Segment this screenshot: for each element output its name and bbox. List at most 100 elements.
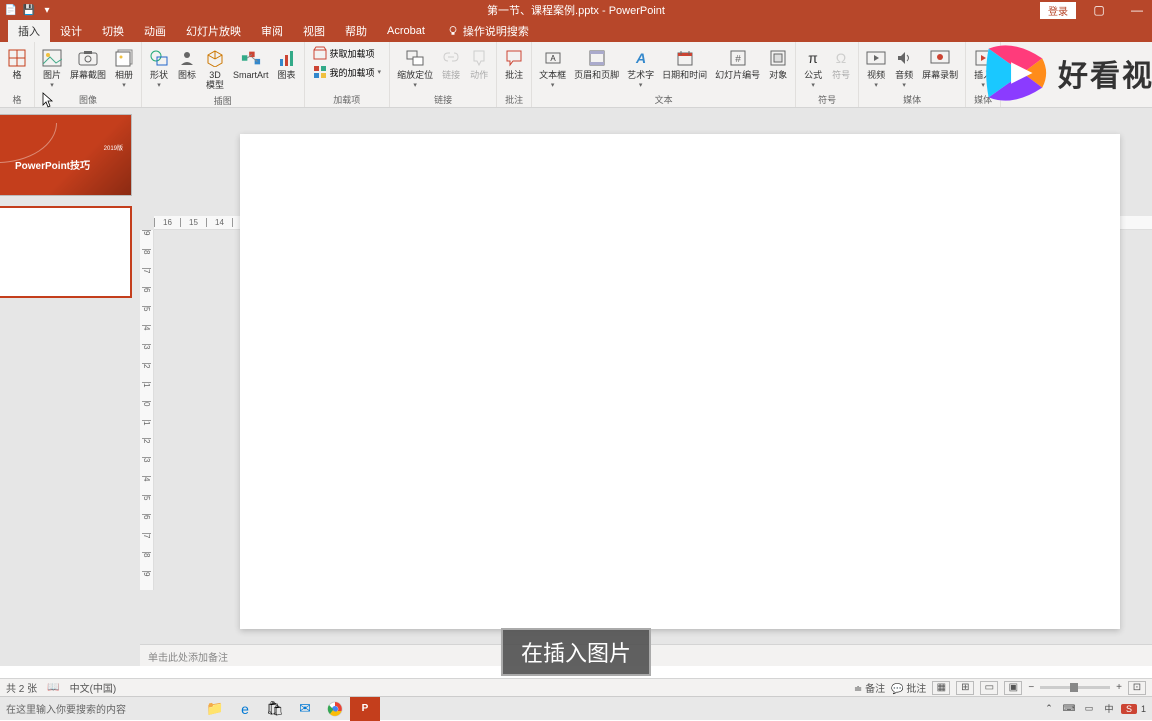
get-addins-button[interactable]: 获取加载项 [309,44,386,62]
icons-icon [177,46,197,70]
object-button[interactable]: 对象 [765,44,791,83]
language-status[interactable]: 中文(中国) [70,680,117,695]
datetime-button[interactable]: 日期和时间 [659,44,710,83]
wordart-icon: A [631,46,651,70]
tray-time[interactable]: 1 [1141,704,1146,714]
screenrec-icon [930,46,950,70]
cursor-icon [42,92,56,110]
wordart-button[interactable]: A 艺术字 ▾ [624,44,657,91]
svg-text:π: π [808,50,818,66]
tray-chevron-icon[interactable]: ⌃ [1041,703,1057,714]
symbol-button: Ω 符号 [828,44,854,83]
group-media: 视频 ▾ 音频 ▾ 屏幕录制 媒体 [859,42,966,107]
camera-icon [78,46,98,70]
powerpoint-task-icon[interactable]: P [350,697,380,721]
icons-button[interactable]: 图标 [174,44,200,83]
equation-button[interactable]: π 公式 ▾ [800,44,826,91]
tab-slideshow[interactable]: 幻灯片放映 [176,20,251,42]
pictures-button[interactable]: 图片 ▾ [39,44,65,91]
bulb-icon [447,25,459,37]
tab-design[interactable]: 设计 [50,20,92,42]
group-symbols: π 公式 ▾ Ω 符号 符号 [796,42,859,107]
chrome-icon[interactable] [320,697,350,721]
addin-icon [313,65,327,79]
tab-animations[interactable]: 动画 [134,20,176,42]
ribbon-options-icon[interactable]: ▢ [1084,3,1114,17]
tray-ime-icon[interactable]: ⌨ [1061,703,1077,714]
group-text: A 文本框 ▾ 页眉和页脚 A 艺术字 ▾ 日期和时间 # 幻灯片编号 [532,42,796,107]
qat-more-icon[interactable]: ▾ [40,3,54,17]
taskbar-search[interactable]: 在这里输入你要搜索的内容 [0,701,200,716]
tray-sogou-icon[interactable]: S [1121,704,1137,714]
tell-me-search[interactable]: 操作说明搜索 [447,23,529,39]
album-icon [114,46,134,70]
group-illustrations: 形状 ▾ 图标 3D 模型 SmartArt 图表 插图 [142,42,305,107]
header-footer-button[interactable]: 页眉和页脚 [571,44,622,83]
smartart-icon [241,46,261,70]
tab-insert[interactable]: 插入 [8,20,50,42]
screen-recording-button[interactable]: 屏幕录制 [919,44,961,83]
sorter-view-button[interactable]: ⊞ [956,681,974,695]
group-tables: 格 格 [0,42,35,107]
slide-number-button[interactable]: # 幻灯片编号 [712,44,763,83]
slide-count: 共 2 张 [6,680,37,695]
file-explorer-icon[interactable]: 📁 [200,697,230,721]
my-addins-button[interactable]: 我的加载项 ▾ [309,63,386,81]
zoom-icon [405,46,425,70]
minimize-button[interactable]: — [1122,3,1152,17]
tab-review[interactable]: 审阅 [251,20,293,42]
reading-view-button[interactable]: ▭ [980,681,998,695]
tab-view[interactable]: 视图 [293,20,335,42]
group-comments: 批注 批注 [497,42,532,107]
thumbnail-slide-1[interactable]: 2019版 PowerPoint技巧 [0,114,132,196]
zoom-slider[interactable] [1040,686,1110,689]
zoom-out-button[interactable]: − [1028,682,1034,693]
textbox-button[interactable]: A 文本框 ▾ [536,44,569,91]
comment-button[interactable]: 批注 [501,44,527,83]
embed-icon [973,46,993,70]
svg-text:A: A [550,54,556,63]
slide-canvas[interactable] [240,134,1120,629]
group-links: 缩放定位 ▾ 链接 动作 链接 [390,42,497,107]
chart-button[interactable]: 图表 [274,44,300,83]
audio-button[interactable]: 音频 ▾ [891,44,917,91]
zoom-in-button[interactable]: + [1116,682,1122,693]
editor-area: 2019版 PowerPoint技巧 161514131211109876543… [0,108,1152,666]
zoom-button[interactable]: 缩放定位 ▾ [394,44,436,91]
status-bar: 共 2 张 📖 中文(中国) ≐ 备注 💬 批注 ▦ ⊞ ▭ ▣ − + ⊡ [0,678,1152,696]
fit-window-button[interactable]: ⊡ [1128,681,1146,695]
edge-icon[interactable]: e [230,697,260,721]
tab-acrobat[interactable]: Acrobat [377,22,435,40]
group-addins: 获取加载项 我的加载项 ▾ 加载项 [305,42,391,107]
spell-check-icon[interactable]: 📖 [47,682,59,693]
embed-button[interactable]: 插入 ▾ [970,44,996,91]
link-button: 链接 [438,44,464,83]
normal-view-button[interactable]: ▦ [932,681,950,695]
svg-text:Ω: Ω [836,50,846,66]
slideshow-view-button[interactable]: ▣ [1004,681,1022,695]
shapes-button[interactable]: 形状 ▾ [146,44,172,91]
tray-network-icon[interactable]: ▭ [1081,703,1097,714]
screenshot-button[interactable]: 屏幕截图 [67,44,109,83]
table-button[interactable]: 格 [4,44,30,83]
notes-toggle[interactable]: ≐ 备注 [854,680,885,695]
photo-album-button[interactable]: 相册 ▾ [111,44,137,91]
store-task-icon[interactable]: 🛍 [260,697,290,721]
svg-text:#: # [735,54,741,65]
thumbnail-slide-2[interactable] [0,206,132,298]
tray-input-icon[interactable]: 中 [1101,702,1117,715]
tab-help[interactable]: 帮助 [335,20,377,42]
comment-icon [504,46,524,70]
smartart-button[interactable]: SmartArt [230,44,272,83]
video-button[interactable]: 视频 ▾ [863,44,889,91]
save-icon[interactable]: 💾 [22,3,36,17]
login-button[interactable]: 登录 [1040,2,1076,19]
tab-transitions[interactable]: 切换 [92,20,134,42]
autosave-icon[interactable]: 📄 [4,3,18,17]
ruler-vertical: 9876543210123456789 [140,230,154,590]
3d-models-button[interactable]: 3D 模型 [202,44,228,93]
chart-icon [277,46,297,70]
comments-toggle[interactable]: 💬 批注 [891,680,926,695]
audio-icon [894,46,914,70]
mail-icon[interactable]: ✉ [290,697,320,721]
